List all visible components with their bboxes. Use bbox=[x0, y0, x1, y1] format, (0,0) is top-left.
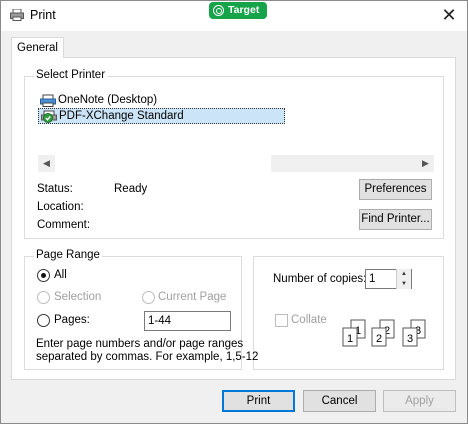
printer-icon bbox=[10, 9, 24, 21]
select-printer-label: Select Printer bbox=[34, 69, 108, 81]
pages-radio[interactable] bbox=[37, 314, 50, 327]
page-range-label: Page Range bbox=[34, 249, 102, 261]
pages-label: Pages: bbox=[54, 314, 90, 326]
copies-label: Number of copies: bbox=[273, 273, 367, 285]
spin-down-icon[interactable]: ▼ bbox=[397, 279, 411, 289]
printer-device-icon bbox=[40, 94, 56, 107]
scroll-left-icon[interactable]: ◀ bbox=[38, 155, 55, 172]
svg-text:2: 2 bbox=[376, 333, 382, 345]
target-icon bbox=[213, 5, 224, 16]
spin-up-icon[interactable]: ▲ bbox=[397, 269, 411, 279]
print-dialog: Print Target ✕ General Select Printer Pa… bbox=[0, 0, 468, 424]
current-page-label: Current Page bbox=[158, 291, 227, 303]
default-printer-check-icon bbox=[41, 110, 57, 123]
collate-checkbox bbox=[275, 314, 288, 327]
pages-input[interactable]: 1-44 bbox=[144, 311, 231, 331]
svg-text:3: 3 bbox=[407, 333, 413, 345]
target-badge: Target bbox=[209, 2, 268, 19]
apply-button: Apply bbox=[383, 390, 456, 412]
location-label: Location: bbox=[37, 201, 84, 213]
svg-text:1: 1 bbox=[347, 333, 353, 345]
printer-item-onenote[interactable]: OneNote (Desktop) bbox=[38, 92, 157, 108]
printer-item-pdf-xchange[interactable]: PDF-XChange Standard bbox=[38, 108, 285, 124]
scroll-right-icon[interactable]: ▶ bbox=[417, 155, 434, 172]
preferences-button[interactable]: Preferences bbox=[359, 179, 432, 200]
page-range-hint-line1: Enter page numbers and/or page ranges bbox=[36, 338, 244, 350]
printer-name: OneNote (Desktop) bbox=[58, 94, 158, 106]
copies-spinner[interactable]: ▲ ▼ bbox=[396, 269, 411, 289]
scrollbar-thumb[interactable] bbox=[55, 155, 271, 172]
collate-pages-icon: 1 1 2 2 3 3 bbox=[342, 319, 426, 347]
all-pages-radio[interactable] bbox=[37, 269, 50, 282]
all-pages-label: All bbox=[54, 269, 67, 281]
selection-radio bbox=[37, 291, 50, 304]
title-bar[interactable]: Print Target ✕ bbox=[1, 1, 467, 31]
printer-list-scrollbar[interactable]: ◀ ▶ bbox=[38, 155, 434, 172]
printer-name: PDF-XChange Standard bbox=[59, 110, 184, 122]
tab-general[interactable]: General bbox=[11, 37, 64, 58]
status-value: Ready bbox=[114, 183, 148, 195]
cancel-button[interactable]: Cancel bbox=[303, 390, 376, 412]
comment-label: Comment: bbox=[37, 219, 91, 231]
window-title: Print bbox=[30, 8, 56, 22]
print-button[interactable]: Print bbox=[222, 390, 295, 412]
selection-label: Selection bbox=[54, 291, 102, 303]
target-badge-label: Target bbox=[228, 4, 260, 16]
find-printer-button[interactable]: Find Printer... bbox=[359, 209, 432, 230]
close-button[interactable]: ✕ bbox=[437, 4, 461, 26]
collate-label: Collate bbox=[291, 314, 327, 326]
page-range-hint-line2: separated by commas. For example, 1,5-12 bbox=[36, 351, 259, 363]
current-page-radio bbox=[142, 291, 155, 304]
status-label: Status: bbox=[37, 183, 73, 195]
